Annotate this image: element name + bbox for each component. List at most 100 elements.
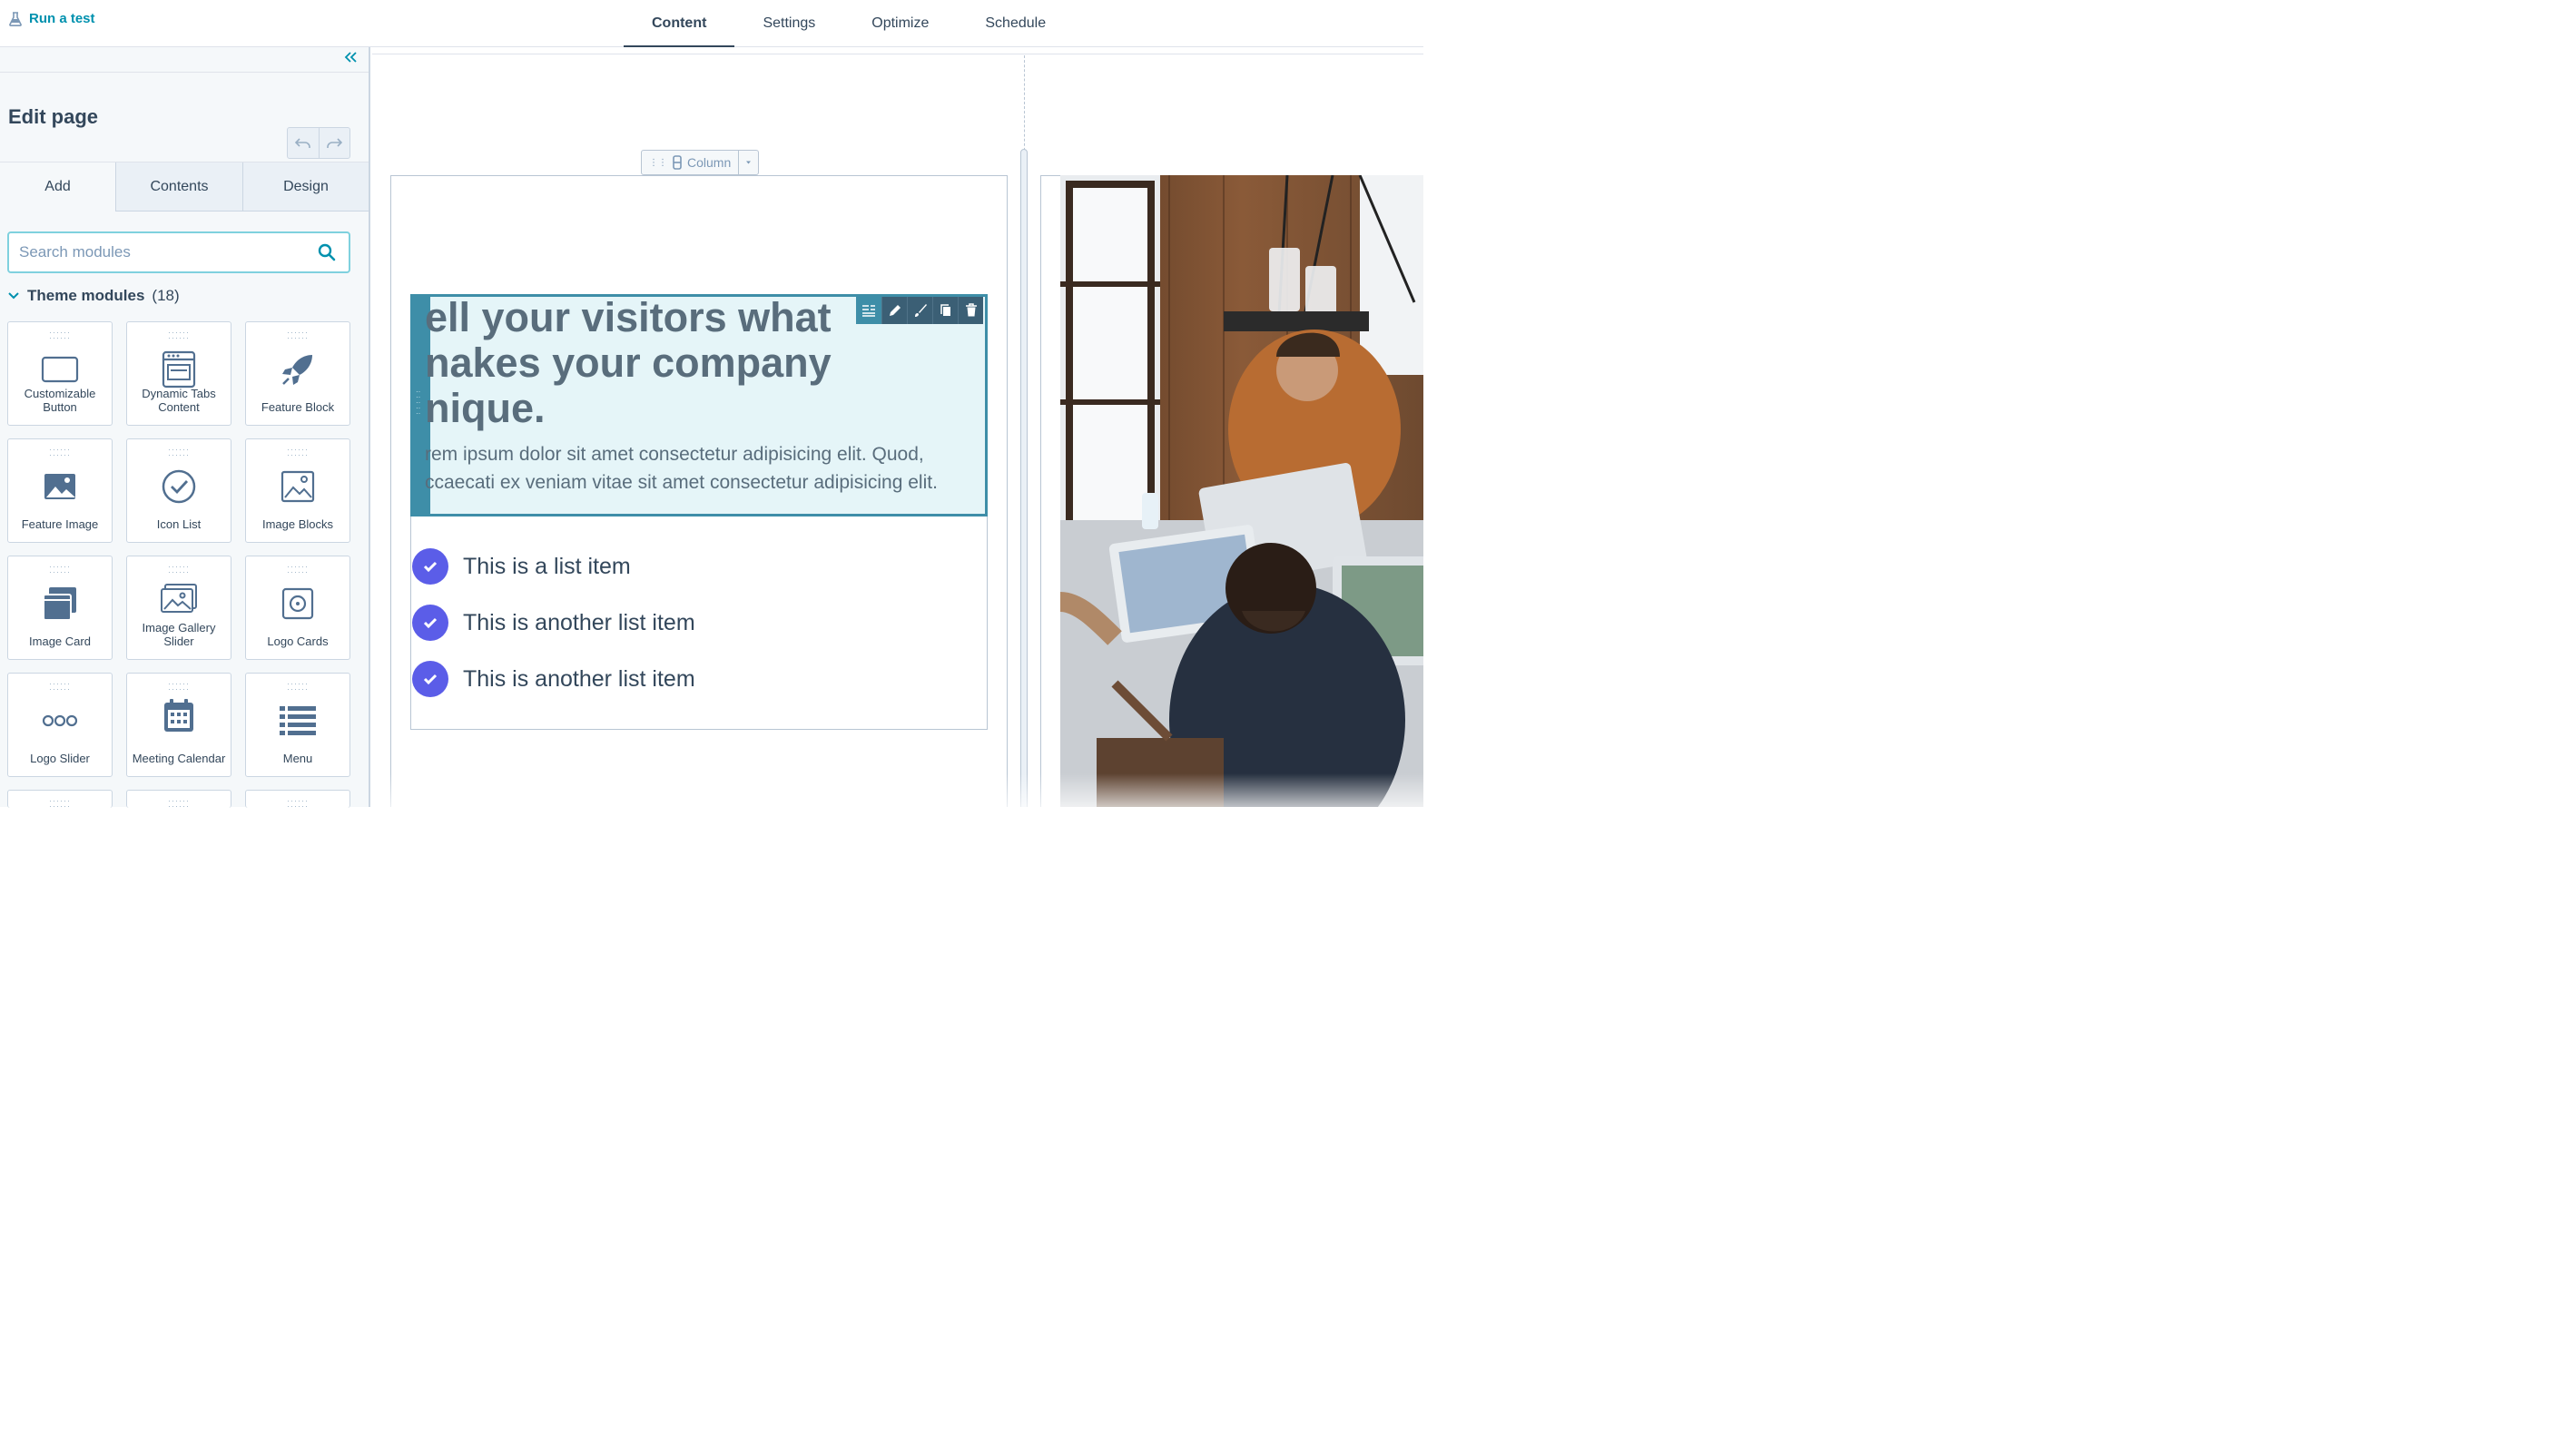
module-label: Customizable Button xyxy=(24,387,96,414)
column-divider xyxy=(1024,55,1025,155)
module-card-meeting-calendar[interactable]: ······ ······ Meeting Calendar xyxy=(126,673,231,777)
theme-modules-header[interactable]: Theme modules (18) xyxy=(7,287,180,305)
list-item-text: This is another list item xyxy=(463,609,695,635)
module-label: Meeting Calendar xyxy=(132,752,226,765)
chevron-down-icon xyxy=(7,289,20,303)
tab-schedule[interactable]: Schedule xyxy=(957,0,1074,47)
drag-handle-icon: ······ ······ xyxy=(168,445,190,459)
selected-rich-text-module[interactable]: ·· ·· ·· ·· ·· ell your visitors what nakes … xyxy=(410,294,988,516)
theme-modules-count: (18) xyxy=(152,287,180,304)
tab-optimize[interactable]: Optimize xyxy=(843,0,957,47)
image-blocks-icon xyxy=(281,470,315,503)
page-canvas[interactable]: ⋮⋮ Column ·· ·· ·· ·· ·· ell your visitors w… xyxy=(372,47,1423,807)
module-card-partial[interactable]: ······ ······ xyxy=(7,790,113,811)
office-photo[interactable] xyxy=(1060,175,1423,807)
run-test-label: Run a test xyxy=(29,11,95,26)
calendar-icon xyxy=(164,699,193,732)
edit-button[interactable] xyxy=(881,297,907,324)
check-circle-icon xyxy=(412,661,448,697)
check-circle-icon xyxy=(162,469,196,504)
button-icon xyxy=(41,356,79,383)
module-card-image-blocks[interactable]: ······ ······ Image Blocks xyxy=(245,438,350,543)
drag-handle-icon: ······ ······ xyxy=(287,328,309,342)
column-resize-handle[interactable] xyxy=(1020,149,1028,807)
sidebar-tab-add-label: Add xyxy=(44,178,71,194)
tab-schedule-label: Schedule xyxy=(985,15,1047,31)
module-card-image-card[interactable]: ······ ······ Image Card xyxy=(7,556,113,660)
double-chevron-left-icon xyxy=(344,52,357,63)
drag-handle-icon: ······ ······ xyxy=(49,445,71,459)
sidebar-tabs: Add Contents Design xyxy=(0,162,369,212)
copy-icon xyxy=(940,304,950,316)
duplicate-button[interactable] xyxy=(932,297,958,324)
module-body-text: rem ipsum dolor sit amet consectetur adi… xyxy=(425,444,938,493)
sidebar-tab-contents-label: Contents xyxy=(150,178,209,194)
module-label: Logo Slider xyxy=(30,752,90,765)
trash-icon xyxy=(965,303,977,317)
run-test-link[interactable]: Run a test xyxy=(9,11,95,26)
redo-icon xyxy=(327,137,343,148)
drag-handle-icon: ······ ······ xyxy=(168,328,190,342)
tabs-content-icon xyxy=(162,350,196,389)
module-card-partial[interactable]: ······ ······ xyxy=(245,790,350,811)
module-card-customizable-button[interactable]: ······ ······ Customizable Button xyxy=(7,321,113,426)
logo-card-icon xyxy=(281,587,314,620)
list-item-text: This is another list item xyxy=(463,665,695,692)
image-card-icon xyxy=(43,587,76,621)
drag-handle-icon: ······ ······ xyxy=(49,796,71,811)
drag-handle-icon: ······ ······ xyxy=(49,562,71,576)
tab-optimize-label: Optimize xyxy=(871,15,930,31)
pencil-icon xyxy=(889,305,901,316)
drag-handle-icon: ······ ······ xyxy=(168,679,190,694)
tab-content-label: Content xyxy=(652,15,707,31)
module-card-icon-list[interactable]: ······ ······ Icon List xyxy=(126,438,231,543)
drag-handle-icon: ······ ······ xyxy=(287,679,309,694)
module-card-logo-cards[interactable]: ······ ······ Logo Cards xyxy=(245,556,350,660)
tab-settings[interactable]: Settings xyxy=(734,0,843,47)
module-card-feature-image[interactable]: ······ ······ Feature Image xyxy=(7,438,113,543)
sidebar-tab-contents[interactable]: Contents xyxy=(115,162,242,211)
module-label: Feature Image xyxy=(21,517,99,531)
sidebar-tab-add[interactable]: Add xyxy=(0,162,115,212)
module-label: Image Blocks xyxy=(261,517,334,531)
delete-button[interactable] xyxy=(958,297,983,324)
sidebar-tab-design[interactable]: Design xyxy=(242,162,369,211)
column-dropdown-button[interactable] xyxy=(738,151,758,174)
flask-icon xyxy=(9,11,22,26)
module-label: Icon List xyxy=(156,517,202,531)
module-label: Image Gallery Slider xyxy=(142,621,216,648)
search-input[interactable] xyxy=(9,233,300,271)
module-label: Dynamic Tabs Content xyxy=(142,387,216,414)
edit-header: Edit page xyxy=(0,73,369,162)
list-item: This is a list item xyxy=(412,548,631,585)
module-card-dynamic-tabs-content[interactable]: ······ ······ Dynamic Tabs Content xyxy=(126,321,231,426)
module-card-partial[interactable]: ······ ······ xyxy=(126,790,231,811)
search-icon[interactable] xyxy=(318,243,336,261)
sidebar-tab-design-label: Design xyxy=(283,178,329,194)
collapse-sidebar-button[interactable] xyxy=(341,50,359,68)
page-title: Edit page xyxy=(8,105,99,128)
module-card-feature-block[interactable]: ······ ······ Feature Block xyxy=(245,321,350,426)
tab-content[interactable]: Content xyxy=(624,0,735,48)
dots-icon xyxy=(42,714,78,727)
gallery-icon xyxy=(161,584,197,613)
column-label[interactable]: ⋮⋮ Column xyxy=(641,150,760,175)
menu-list-icon xyxy=(280,706,316,735)
module-card-menu[interactable]: ······ ······ Menu xyxy=(245,673,350,777)
main-tabs: Content Settings Optimize Schedule xyxy=(624,0,1074,48)
drag-handle-icon[interactable]: ⋮⋮ xyxy=(649,158,667,167)
style-button[interactable] xyxy=(907,297,932,324)
text-align-icon xyxy=(862,305,875,317)
module-label: Feature Block xyxy=(261,400,335,414)
module-card-image-gallery-slider[interactable]: ······ ······ Image Gallery Slider xyxy=(126,556,231,660)
search-box xyxy=(7,231,350,273)
undo-button[interactable] xyxy=(288,128,320,158)
undo-redo-group xyxy=(287,127,350,159)
redo-button[interactable] xyxy=(320,128,350,158)
module-toolbar xyxy=(856,297,983,324)
drag-handle-icon: ······ ······ xyxy=(168,562,190,576)
drag-handle-icon: ······ ······ xyxy=(287,796,309,811)
text-format-button[interactable] xyxy=(856,297,881,324)
photo-image xyxy=(1060,175,1423,807)
module-card-logo-slider[interactable]: ······ ······ Logo Slider xyxy=(7,673,113,777)
